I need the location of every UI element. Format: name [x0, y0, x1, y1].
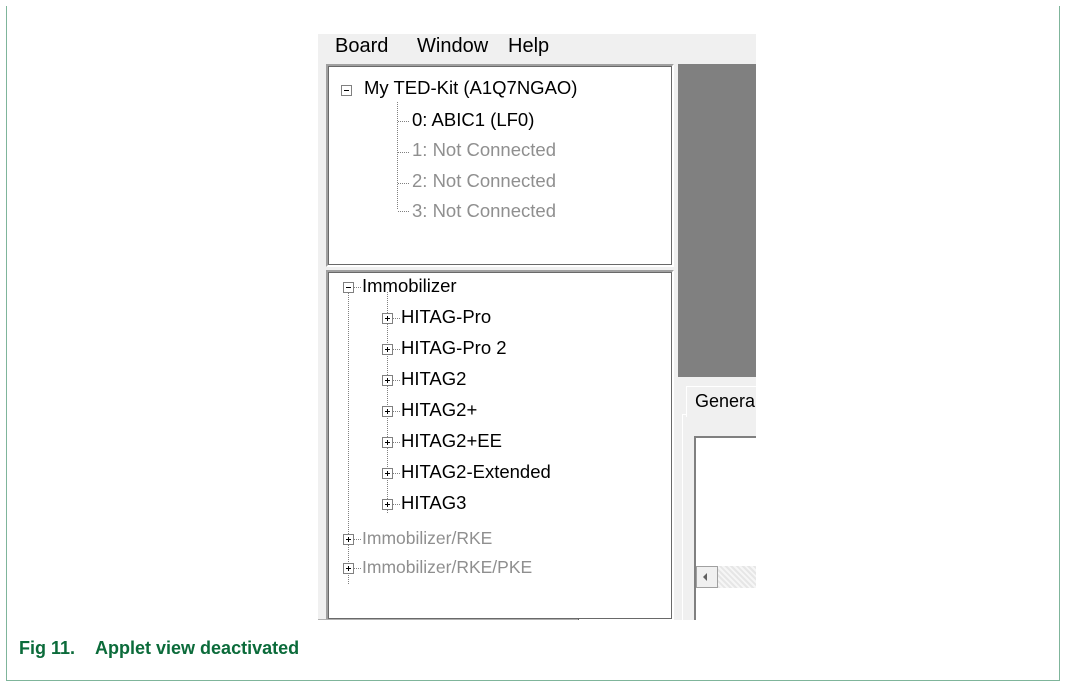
- collapse-icon[interactable]: [341, 85, 352, 96]
- device-slot-3[interactable]: 3: Not Connected: [412, 200, 556, 222]
- expand-icon[interactable]: [382, 313, 393, 324]
- tree-branch-line: [393, 380, 400, 381]
- horizontal-scrollbar[interactable]: [696, 566, 756, 588]
- app-window: Board Window Help My TED-Kit (A1Q7NGAO) …: [318, 34, 756, 620]
- tree-branch-line: [393, 318, 400, 319]
- applet-tree-panel: Immobilizer HITAG-Pro HITAG-Pro 2 HITAG2…: [326, 270, 674, 620]
- expand-icon[interactable]: [382, 406, 393, 417]
- applet-item-hitag-pro[interactable]: HITAG-Pro: [401, 306, 491, 328]
- collapse-icon[interactable]: [343, 282, 354, 293]
- applet-item-hitag2-extended[interactable]: HITAG2-Extended: [401, 461, 551, 483]
- tree-branch-line: [393, 442, 400, 443]
- tab-general[interactable]: Genera: [686, 386, 756, 417]
- figure-frame-bottom: [6, 680, 1060, 681]
- tree-branch-line: [354, 287, 361, 288]
- applet-view-deactivated: [678, 64, 756, 377]
- tree-branch-line: [398, 152, 409, 153]
- device-root-label[interactable]: My TED-Kit (A1Q7NGAO): [364, 77, 577, 99]
- device-slot-2[interactable]: 2: Not Connected: [412, 170, 556, 192]
- tree-connector-line: [397, 102, 398, 210]
- applet-group-immobilizer-rke[interactable]: Immobilizer/RKE: [362, 527, 492, 549]
- tree-branch-line: [393, 504, 400, 505]
- device-slot-1[interactable]: 1: Not Connected: [412, 139, 556, 161]
- scroll-left-button[interactable]: [696, 566, 718, 588]
- applet-item-hitag3[interactable]: HITAG3: [401, 492, 466, 514]
- applet-item-hitag-pro-2[interactable]: HITAG-Pro 2: [401, 337, 507, 359]
- expand-icon[interactable]: [382, 468, 393, 479]
- tree-branch-line: [354, 539, 361, 540]
- tree-branch-line: [393, 349, 400, 350]
- menu-board[interactable]: Board: [335, 35, 388, 58]
- menu-help[interactable]: Help: [508, 35, 549, 58]
- tree-branch-line: [398, 121, 409, 122]
- menu-bar: Board Window Help: [318, 34, 756, 58]
- tree-branch-line: [354, 568, 361, 569]
- expand-icon[interactable]: [343, 534, 354, 545]
- tree-branch-line: [398, 211, 409, 212]
- applet-root-immobilizer[interactable]: Immobilizer: [362, 275, 457, 297]
- output-area[interactable]: [694, 436, 756, 620]
- arrow-left-icon: [703, 573, 707, 581]
- expand-icon[interactable]: [382, 375, 393, 386]
- tree-branch-line: [398, 183, 409, 184]
- applet-item-hitag2-plus[interactable]: HITAG2+: [401, 399, 477, 421]
- applet-item-hitag2[interactable]: HITAG2: [401, 368, 466, 390]
- status-divider: [318, 619, 578, 620]
- tree-branch-line: [393, 473, 400, 474]
- figure-number: Fig 11.: [19, 638, 76, 658]
- expand-icon[interactable]: [382, 344, 393, 355]
- tree-connector-line: [387, 292, 388, 514]
- expand-icon[interactable]: [382, 499, 393, 510]
- figure-title: Applet view deactivated: [95, 638, 300, 658]
- device-slot-0[interactable]: 0: ABIC1 (LF0): [412, 109, 534, 131]
- status-divider-tick: [578, 619, 579, 620]
- applet-group-immobilizer-rke-pke[interactable]: Immobilizer/RKE/PKE: [362, 556, 532, 578]
- scroll-track[interactable]: [718, 566, 756, 588]
- expand-icon[interactable]: [343, 563, 354, 574]
- device-tree-panel: My TED-Kit (A1Q7NGAO) 0: ABIC1 (LF0) 1: …: [326, 64, 674, 267]
- tab-general-label: Genera: [695, 391, 756, 411]
- expand-icon[interactable]: [382, 437, 393, 448]
- menu-window[interactable]: Window: [417, 35, 488, 58]
- figure-caption: Fig 11. Applet view deactivated: [19, 638, 299, 659]
- tree-branch-line: [393, 411, 400, 412]
- applet-item-hitag2-plus-ee[interactable]: HITAG2+EE: [401, 430, 502, 452]
